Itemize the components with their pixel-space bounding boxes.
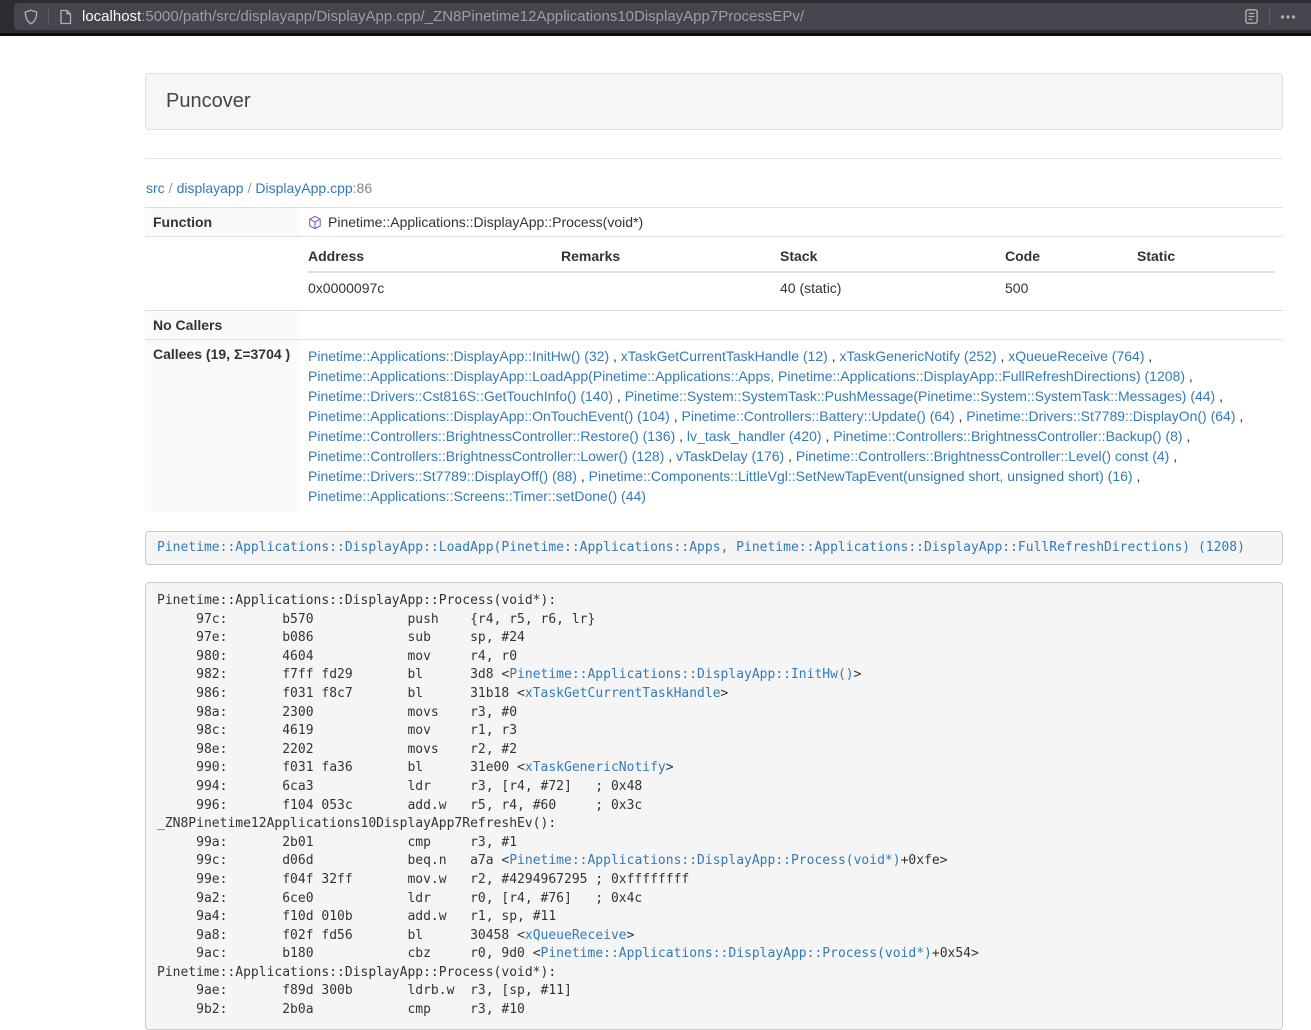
callee-link[interactable]: Pinetime::Applications::DisplayApp::OnTo… <box>308 408 670 424</box>
asm-symbol-link[interactable]: xQueueReceive <box>525 928 627 943</box>
col-code: Code <box>1005 243 1137 272</box>
breadcrumb-link[interactable]: src <box>146 180 165 196</box>
function-label: Function <box>145 208 300 237</box>
callee-link[interactable]: lv_task_handler (420) <box>687 428 822 444</box>
callee-link[interactable]: Pinetime::Controllers::BrightnessControl… <box>308 448 664 464</box>
col-address: Address <box>308 243 561 272</box>
package-cube-icon <box>308 215 322 230</box>
asm-symbol-link[interactable]: Pinetime::Applications::DisplayApp::Proc… <box>509 853 900 868</box>
url-path: :5000/path/src/displayapp/DisplayApp.cpp… <box>141 8 804 25</box>
callee-link[interactable]: Pinetime::Controllers::BrightnessControl… <box>308 428 675 444</box>
asm-symbol-link[interactable]: xTaskGenericNotify <box>525 760 666 775</box>
callee-link[interactable]: Pinetime::Controllers::BrightnessControl… <box>833 428 1182 444</box>
highlighted-symbol-box: Pinetime::Applications::DisplayApp::Load… <box>145 531 1283 565</box>
main-content: Puncover src/displayapp/DisplayApp.cpp:8… <box>145 73 1283 1030</box>
value-static <box>1137 272 1275 304</box>
table-row-function: Function Pinetime::Applications::Display… <box>145 208 1283 237</box>
callee-link[interactable]: Pinetime::Drivers::St7789::DisplayOn() (… <box>966 408 1235 424</box>
app-header-panel: Puncover <box>145 73 1283 130</box>
callee-link[interactable]: Pinetime::Controllers::Battery::Update()… <box>682 408 955 424</box>
highlighted-symbol-link[interactable]: Pinetime::Applications::DisplayApp::Load… <box>157 540 1245 555</box>
url-bar[interactable]: localhost:5000/path/src/displayapp/Displ… <box>14 3 1311 30</box>
assembly-listing: Pinetime::Applications::DisplayApp::Proc… <box>145 582 1283 1030</box>
asm-symbol-link[interactable]: Pinetime::Applications::DisplayApp::Init… <box>509 667 853 682</box>
window-content-divider <box>0 33 1311 36</box>
url-host: localhost <box>82 8 141 25</box>
col-remarks: Remarks <box>561 243 780 272</box>
breadcrumb-link[interactable]: DisplayApp.cpp <box>255 180 352 196</box>
callee-link[interactable]: xTaskGetCurrentTaskHandle (12) <box>621 348 828 364</box>
function-info-table: Function Pinetime::Applications::Display… <box>145 207 1283 512</box>
page-title: Puncover <box>166 90 251 112</box>
callees-list: Pinetime::Applications::DisplayApp::Init… <box>300 340 1283 513</box>
browser-toolbar: localhost:5000/path/src/displayapp/Displ… <box>0 0 1311 33</box>
url-text: localhost:5000/path/src/displayapp/Displ… <box>82 8 1243 25</box>
callee-link[interactable]: Pinetime::Drivers::St7789::DisplayOff() … <box>308 468 577 484</box>
breadcrumb: src/displayapp/DisplayApp.cpp:86 <box>146 180 1283 196</box>
col-stack: Stack <box>780 243 1005 272</box>
actions-divider <box>1269 8 1270 25</box>
callee-link[interactable]: Pinetime::System::SystemTask::PushMessag… <box>625 388 1216 404</box>
callees-label: Callees (19, Σ=3704 ) <box>145 340 300 513</box>
callee-link[interactable]: Pinetime::Drivers::Cst816S::GetTouchInfo… <box>308 388 613 404</box>
callee-link[interactable]: Pinetime::Controllers::BrightnessControl… <box>796 448 1169 464</box>
callee-link[interactable]: vTaskDelay (176) <box>676 448 784 464</box>
details-value-row: 0x0000097c 40 (static) 500 <box>308 272 1275 304</box>
breadcrumb-line-number: :86 <box>353 180 372 196</box>
details-inner-table: Address Remarks Stack Code Static 0x0000… <box>308 243 1275 304</box>
value-remarks <box>561 272 780 304</box>
callee-link[interactable]: xTaskGenericNotify (252) <box>839 348 996 364</box>
col-static: Static <box>1137 243 1275 272</box>
header-divider <box>145 158 1283 159</box>
value-address: 0x0000097c <box>308 272 561 304</box>
page-icon[interactable] <box>58 9 73 25</box>
value-code: 500 <box>1005 272 1137 304</box>
asm-symbol-link[interactable]: Pinetime::Applications::DisplayApp::Proc… <box>541 946 932 961</box>
details-header-row: Address Remarks Stack Code Static <box>308 243 1275 272</box>
page-actions-kebab-icon[interactable] <box>1279 9 1301 25</box>
callee-link[interactable]: Pinetime::Applications::DisplayApp::Load… <box>308 368 1185 384</box>
table-row-no-callers: No Callers <box>145 311 1283 340</box>
function-name: Pinetime::Applications::DisplayApp::Proc… <box>328 214 643 230</box>
value-stack: 40 (static) <box>780 272 1005 304</box>
urlbar-divider <box>48 8 49 25</box>
no-callers-label: No Callers <box>145 311 300 340</box>
asm-symbol-link[interactable]: xTaskGetCurrentTaskHandle <box>525 686 721 701</box>
callee-link[interactable]: xQueueReceive (764) <box>1008 348 1144 364</box>
shield-icon[interactable] <box>23 9 39 25</box>
breadcrumb-link[interactable]: displayapp <box>177 180 244 196</box>
reader-mode-icon[interactable] <box>1243 8 1260 25</box>
callee-link[interactable]: Pinetime::Components::LittleVgl::SetNewT… <box>589 468 1133 484</box>
callee-link[interactable]: Pinetime::Applications::DisplayApp::Init… <box>308 348 609 364</box>
table-row-callees: Callees (19, Σ=3704 ) Pinetime::Applicat… <box>145 340 1283 513</box>
callee-link[interactable]: Pinetime::Applications::Screens::Timer::… <box>308 488 646 504</box>
table-row-details: Address Remarks Stack Code Static 0x0000… <box>145 237 1283 311</box>
